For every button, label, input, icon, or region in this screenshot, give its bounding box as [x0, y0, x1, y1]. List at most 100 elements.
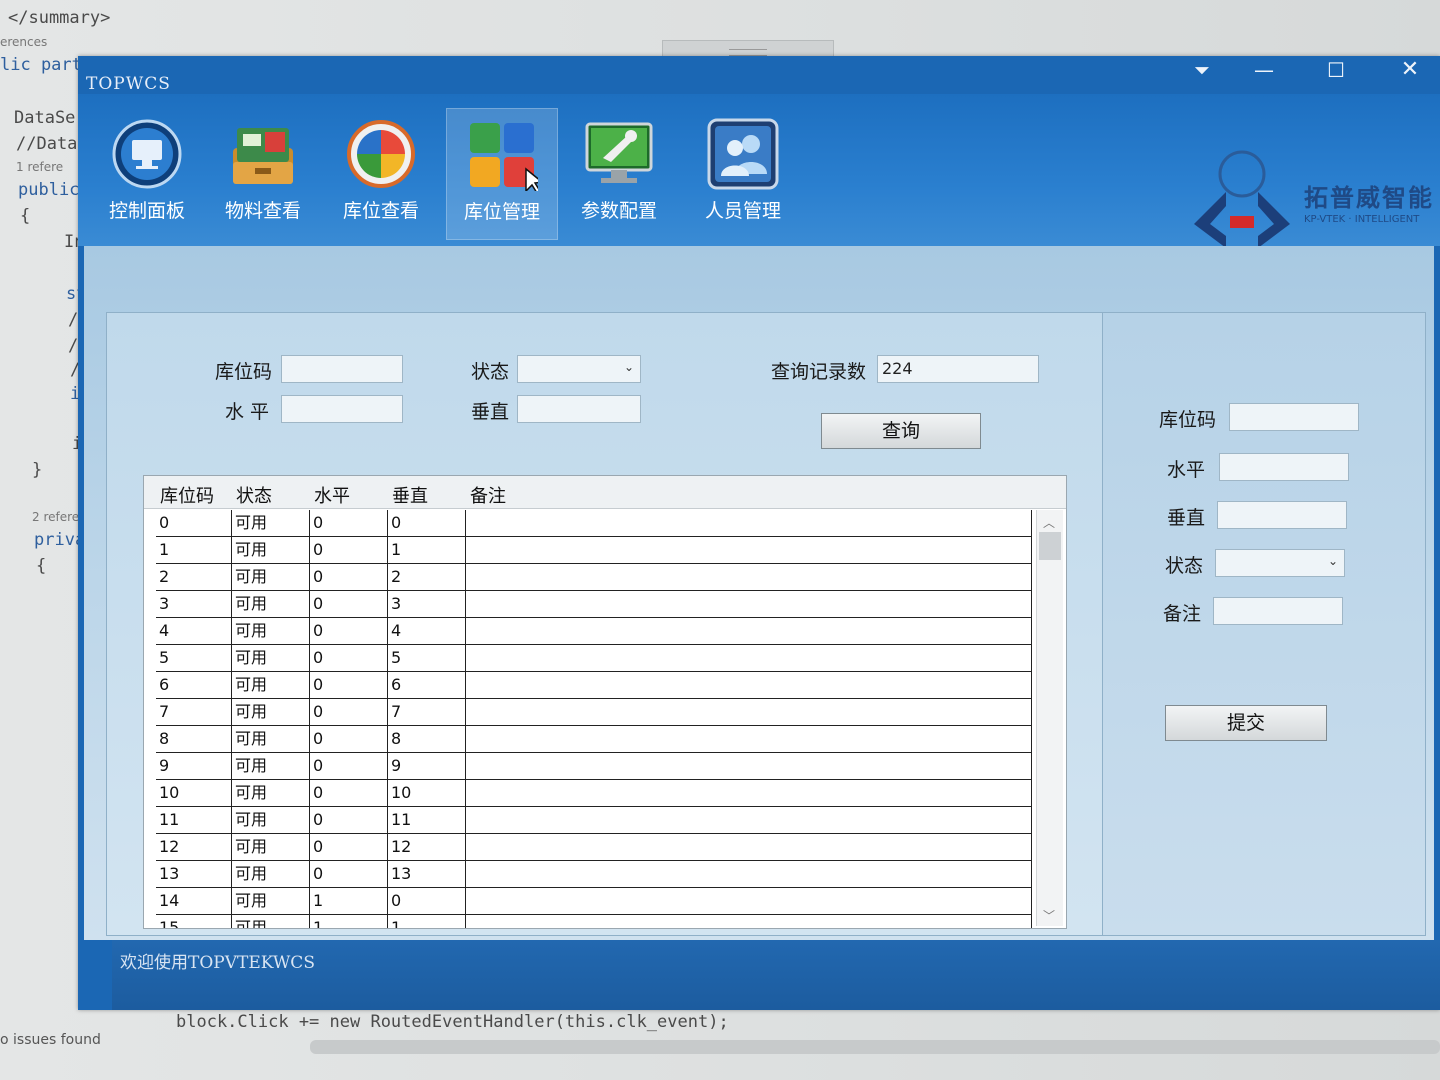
cell-horizontal[interactable]: 0: [310, 537, 388, 563]
query-status-combobox[interactable]: ⌄: [517, 355, 641, 383]
table-row[interactable]: 0 可用 0 0: [156, 510, 1032, 537]
cell-note[interactable]: [466, 780, 1032, 806]
cell-note[interactable]: [466, 510, 1032, 536]
cell-location[interactable]: 10: [156, 780, 232, 806]
cell-horizontal[interactable]: 0: [310, 753, 388, 779]
cell-status[interactable]: 可用: [232, 645, 310, 671]
maximize-button[interactable]: ☐: [1310, 56, 1362, 86]
cell-note[interactable]: [466, 591, 1032, 617]
nav-item-materials[interactable]: 物料查看: [208, 108, 318, 238]
table-row[interactable]: 5 可用 0 5: [156, 645, 1032, 672]
cell-status[interactable]: 可用: [232, 699, 310, 725]
table-row[interactable]: 11 可用 0 11: [156, 807, 1032, 834]
cell-location[interactable]: 7: [156, 699, 232, 725]
edit-vertical-input[interactable]: [1217, 501, 1347, 529]
nav-item-parameter-config[interactable]: 参数配置: [564, 108, 674, 238]
edit-horizontal-input[interactable]: [1219, 453, 1349, 481]
cell-note[interactable]: [466, 888, 1032, 914]
cell-vertical[interactable]: 1: [388, 537, 466, 563]
cell-horizontal[interactable]: 0: [310, 861, 388, 887]
cell-horizontal[interactable]: 0: [310, 645, 388, 671]
minimize-button[interactable]: —: [1238, 56, 1290, 86]
cell-location[interactable]: 13: [156, 861, 232, 887]
cell-horizontal[interactable]: 0: [310, 510, 388, 536]
cell-note[interactable]: [466, 834, 1032, 860]
cell-horizontal[interactable]: 0: [310, 699, 388, 725]
cell-vertical[interactable]: 11: [388, 807, 466, 833]
cell-location[interactable]: 2: [156, 564, 232, 590]
cell-location[interactable]: 1: [156, 537, 232, 563]
cell-location[interactable]: 3: [156, 591, 232, 617]
cell-location[interactable]: 5: [156, 645, 232, 671]
nav-item-control-panel[interactable]: 控制面板: [92, 108, 202, 238]
cell-note[interactable]: [466, 618, 1032, 644]
table-row[interactable]: 7 可用 0 7: [156, 699, 1032, 726]
cell-vertical[interactable]: 4: [388, 618, 466, 644]
cell-status[interactable]: 可用: [232, 564, 310, 590]
cell-location[interactable]: 15: [156, 915, 232, 928]
cell-vertical[interactable]: 10: [388, 780, 466, 806]
nav-item-location-management[interactable]: 库位管理: [446, 108, 558, 240]
cell-location[interactable]: 6: [156, 672, 232, 698]
cell-vertical[interactable]: 13: [388, 861, 466, 887]
cell-status[interactable]: 可用: [232, 510, 310, 536]
cell-note[interactable]: [466, 564, 1032, 590]
table-row[interactable]: 9 可用 0 9: [156, 753, 1032, 780]
cell-status[interactable]: 可用: [232, 888, 310, 914]
cell-status[interactable]: 可用: [232, 861, 310, 887]
cell-note[interactable]: [466, 726, 1032, 752]
cell-note[interactable]: [466, 645, 1032, 671]
cell-status[interactable]: 可用: [232, 726, 310, 752]
cell-horizontal[interactable]: 0: [310, 834, 388, 860]
dropdown-menu-button[interactable]: ⏷: [1176, 56, 1228, 86]
table-row[interactable]: 15 可用 1 1: [156, 915, 1032, 928]
editor-horizontal-scrollbar[interactable]: [310, 1040, 1440, 1054]
table-row[interactable]: 10 可用 0 10: [156, 780, 1032, 807]
column-header-status[interactable]: 状态: [236, 482, 272, 508]
close-button[interactable]: ✕: [1384, 56, 1436, 86]
table-row[interactable]: 12 可用 0 12: [156, 834, 1032, 861]
cell-note[interactable]: [466, 672, 1032, 698]
scrollbar-thumb[interactable]: [1039, 532, 1061, 560]
cell-location[interactable]: 12: [156, 834, 232, 860]
edit-status-combobox[interactable]: ⌄: [1215, 549, 1345, 577]
table-row[interactable]: 4 可用 0 4: [156, 618, 1032, 645]
table-row[interactable]: 13 可用 0 13: [156, 861, 1032, 888]
cell-status[interactable]: 可用: [232, 672, 310, 698]
cell-vertical[interactable]: 1: [388, 915, 466, 928]
chevron-down-icon[interactable]: ﹀: [1043, 907, 1055, 924]
cell-note[interactable]: [466, 753, 1032, 779]
cell-note[interactable]: [466, 915, 1032, 928]
nav-item-location-view[interactable]: 库位查看: [326, 108, 436, 238]
cell-vertical[interactable]: 12: [388, 834, 466, 860]
table-row[interactable]: 14 可用 1 0: [156, 888, 1032, 915]
cell-status[interactable]: 可用: [232, 753, 310, 779]
cell-note[interactable]: [466, 807, 1032, 833]
cell-horizontal[interactable]: 0: [310, 780, 388, 806]
cell-horizontal[interactable]: 1: [310, 888, 388, 914]
cell-location[interactable]: 11: [156, 807, 232, 833]
cell-status[interactable]: 可用: [232, 591, 310, 617]
cell-vertical[interactable]: 2: [388, 564, 466, 590]
grid-vertical-scrollbar[interactable]: ︿ ﹀: [1036, 510, 1063, 926]
column-header-vertical[interactable]: 垂直: [392, 482, 428, 508]
cell-location[interactable]: 4: [156, 618, 232, 644]
search-button[interactable]: 查询: [821, 413, 981, 449]
cell-note[interactable]: [466, 537, 1032, 563]
cell-vertical[interactable]: 9: [388, 753, 466, 779]
nav-item-personnel[interactable]: 人员管理: [688, 108, 798, 238]
cell-note[interactable]: [466, 699, 1032, 725]
column-header-location[interactable]: 库位码: [160, 482, 214, 508]
cell-status[interactable]: 可用: [232, 618, 310, 644]
cell-location[interactable]: 0: [156, 510, 232, 536]
cell-status[interactable]: 可用: [232, 780, 310, 806]
cell-horizontal[interactable]: 1: [310, 915, 388, 928]
cell-horizontal[interactable]: 0: [310, 618, 388, 644]
column-header-note[interactable]: 备注: [470, 482, 506, 508]
cell-vertical[interactable]: 6: [388, 672, 466, 698]
cell-location[interactable]: 8: [156, 726, 232, 752]
cell-status[interactable]: 可用: [232, 834, 310, 860]
cell-status[interactable]: 可用: [232, 915, 310, 928]
column-header-horizontal[interactable]: 水平: [314, 482, 350, 508]
cell-vertical[interactable]: 8: [388, 726, 466, 752]
